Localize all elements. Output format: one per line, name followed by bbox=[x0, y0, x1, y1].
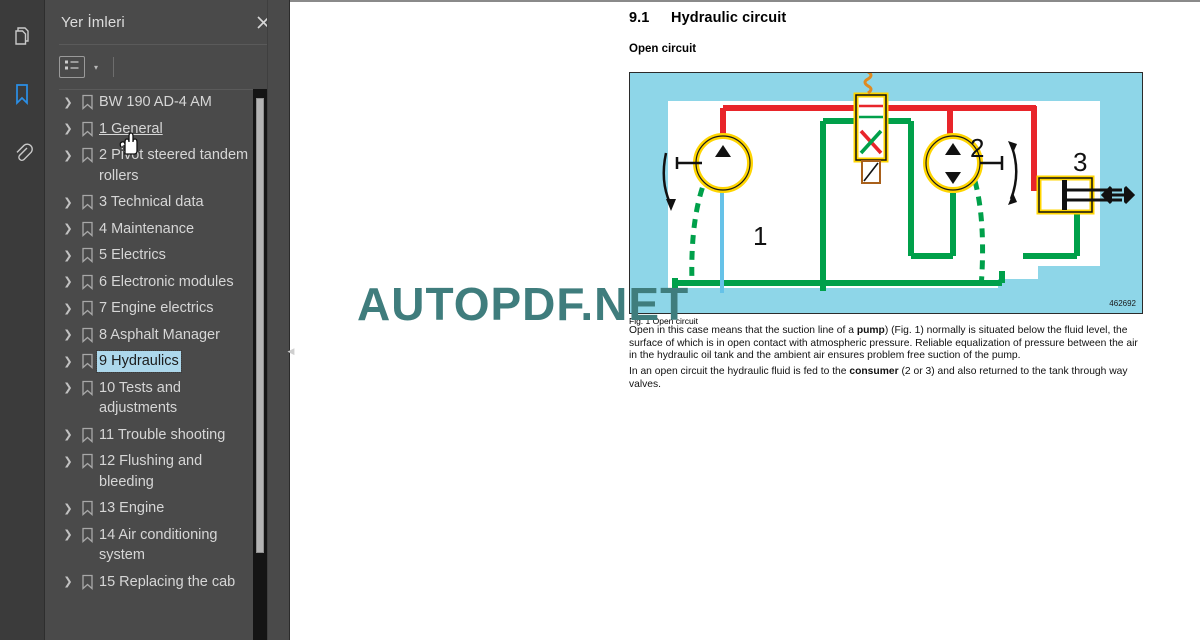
hydraulic-circuit-figure: 1 2 3 462692 bbox=[629, 72, 1143, 314]
bookmark-icon bbox=[77, 272, 97, 292]
heading-title: Hydraulic circuit bbox=[671, 10, 787, 26]
hydraulic-schematic: 1 2 3 bbox=[662, 73, 1136, 293]
chevron-right-icon[interactable]: ❯ bbox=[59, 298, 77, 318]
bookmark-label: 5 Electrics bbox=[99, 247, 166, 263]
bookmark-label: 15 Replacing the cab bbox=[99, 573, 236, 590]
bookmark-icon bbox=[77, 119, 97, 139]
chevron-right-icon[interactable]: ❯ bbox=[59, 92, 77, 112]
toolbar-separator bbox=[113, 57, 114, 77]
bookmark-icon bbox=[77, 325, 97, 345]
bookmark-label: 7 Engine electrics bbox=[99, 300, 214, 316]
chevron-right-icon[interactable]: ❯ bbox=[59, 325, 77, 345]
bookmark-icon bbox=[77, 525, 97, 545]
bookmark-label: 3 Technical data bbox=[99, 194, 204, 210]
chevron-right-icon[interactable]: ❯ bbox=[59, 451, 77, 471]
body-paragraph-2: In an open circuit the hydraulic fluid i… bbox=[629, 366, 1128, 390]
bookmark-label: 13 Engine bbox=[99, 500, 165, 516]
chevron-right-icon[interactable]: ❯ bbox=[59, 119, 77, 139]
left-icon-rail bbox=[0, 0, 45, 640]
list-options-button[interactable] bbox=[59, 56, 85, 78]
chevron-right-icon[interactable]: ❯ bbox=[59, 498, 77, 518]
bookmarks-icon bbox=[11, 82, 33, 106]
cylinder-3 bbox=[1036, 175, 1136, 215]
watermark: AUTOPDF.NET bbox=[357, 278, 690, 330]
panel-resize-grip[interactable] bbox=[267, 0, 289, 640]
bookmark-label: 2 Pivot steered tandem rollers bbox=[99, 147, 249, 184]
bookmark-icon bbox=[77, 192, 97, 212]
bookmark-label: 6 Electronic modules bbox=[99, 273, 234, 290]
chevron-right-icon[interactable]: ❯ bbox=[59, 219, 77, 239]
chevron-right-icon[interactable]: ❯ bbox=[59, 378, 77, 398]
heading-number: 9.1 bbox=[629, 10, 650, 26]
bookmark-icon bbox=[77, 298, 97, 318]
chevron-down-icon[interactable]: ▾ bbox=[89, 56, 103, 78]
list-options-icon bbox=[64, 58, 80, 76]
subheading: Open circuit bbox=[629, 43, 697, 55]
bookmark-label: 10 Tests and adjustments bbox=[99, 379, 181, 417]
bookmark-label: 1 General bbox=[99, 120, 163, 137]
bookmark-icon bbox=[77, 498, 97, 518]
svg-text:3: 3 bbox=[1073, 147, 1087, 177]
bookmark-icon bbox=[77, 425, 97, 445]
bookmark-label: 12 Flushing and bleeding bbox=[99, 453, 203, 490]
chevron-right-icon[interactable]: ❯ bbox=[59, 145, 77, 165]
bookmarks-panel: Yer İmleri ▾ ❯ BW 190 AD-4 AM ❯ 1 Genera… bbox=[45, 0, 290, 640]
chevron-right-icon[interactable]: ❯ bbox=[59, 525, 77, 545]
page-thumbnails-icon bbox=[11, 25, 33, 47]
scrollbar-thumb[interactable] bbox=[256, 98, 264, 553]
bookmark-icon bbox=[77, 351, 97, 371]
panel-title: Yer İmleri bbox=[61, 13, 125, 31]
svg-text:2: 2 bbox=[970, 133, 984, 163]
chevron-right-icon[interactable]: ❯ bbox=[59, 272, 77, 292]
pdf-viewer-window: Yer İmleri ▾ ❯ BW 190 AD-4 AM ❯ 1 Genera… bbox=[0, 0, 1200, 640]
panel-collapse-handle[interactable]: ◀ bbox=[285, 342, 297, 360]
panel-toolbar: ▾ bbox=[45, 45, 289, 89]
page-thumbnails-button[interactable] bbox=[1, 14, 43, 58]
page-title: 9.1 Hydraulic circuit bbox=[629, 10, 786, 26]
paperclip-icon bbox=[11, 141, 33, 163]
chevron-right-icon[interactable]: ❯ bbox=[59, 192, 77, 212]
chevron-right-icon[interactable]: ❯ bbox=[59, 572, 77, 592]
bookmark-icon bbox=[77, 219, 97, 239]
panel-header: Yer İmleri bbox=[45, 0, 289, 44]
chevron-right-icon[interactable]: ❯ bbox=[59, 245, 77, 265]
bookmark-label: 8 Asphalt Manager bbox=[99, 326, 220, 343]
attachments-button[interactable] bbox=[1, 130, 43, 174]
body-paragraph-1: Open in this case means that the suction… bbox=[629, 325, 1138, 362]
figure-reference-number: 462692 bbox=[1109, 299, 1136, 308]
bookmark-icon bbox=[77, 572, 97, 592]
svg-text:1: 1 bbox=[753, 221, 767, 251]
bookmark-icon bbox=[77, 245, 97, 265]
bookmark-label: 11 Trouble shooting bbox=[99, 426, 226, 443]
document-content: 9.1 Hydraulic circuit Open circuit 1 2 3… bbox=[629, 0, 1149, 640]
bookmarks-scrollbar[interactable] bbox=[253, 89, 267, 640]
bookmark-label: 4 Maintenance bbox=[99, 220, 195, 237]
bookmark-label: 14 Air conditioning system bbox=[99, 526, 218, 564]
chevron-right-icon[interactable]: ❯ bbox=[59, 425, 77, 445]
bookmark-icon bbox=[77, 145, 97, 165]
bookmark-icon bbox=[77, 378, 97, 398]
bookmark-icon bbox=[77, 451, 97, 471]
bookmark-label: BW 190 AD-4 AM bbox=[99, 94, 212, 110]
chevron-right-icon[interactable]: ❯ bbox=[59, 351, 77, 371]
bookmark-icon bbox=[77, 92, 97, 112]
bookmarks-button[interactable] bbox=[1, 72, 43, 116]
bookmark-label: 9 Hydraulics bbox=[96, 350, 182, 373]
